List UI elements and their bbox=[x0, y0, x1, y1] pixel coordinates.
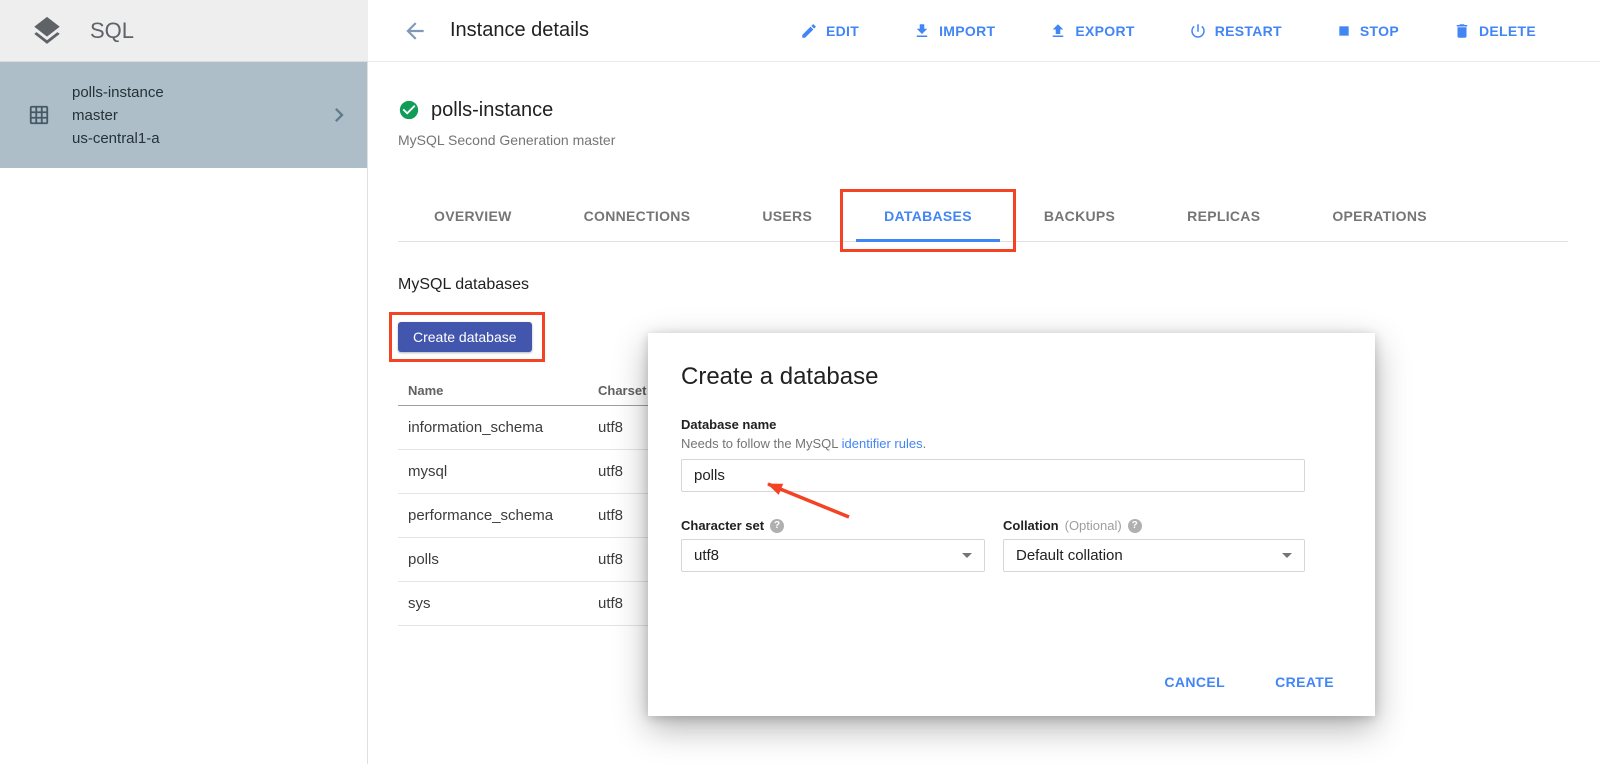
tab-bar: OVERVIEW CONNECTIONS USERS DATABASES BAC… bbox=[398, 190, 1568, 242]
chevron-right-icon bbox=[325, 101, 353, 129]
create-database-button[interactable]: Create database bbox=[398, 322, 532, 352]
db-name-cell: mysql bbox=[398, 463, 598, 480]
back-arrow-icon bbox=[402, 18, 428, 44]
collation-label: Collation (Optional) ? bbox=[1003, 518, 1305, 533]
tab-replicas[interactable]: REPLICAS bbox=[1151, 190, 1296, 241]
help-icon[interactable]: ? bbox=[770, 519, 784, 533]
product-name: SQL bbox=[90, 18, 134, 44]
sidebar-item-polls-instance[interactable]: polls-instance master us-central1-a bbox=[0, 62, 367, 168]
restart-button[interactable]: RESTART bbox=[1189, 22, 1282, 40]
collation-select-value: Default collation bbox=[1016, 547, 1123, 564]
dropdown-caret-icon bbox=[962, 553, 972, 558]
database-name-label: Database name bbox=[681, 417, 1340, 432]
tab-backups[interactable]: BACKUPS bbox=[1008, 190, 1151, 241]
restart-button-label: RESTART bbox=[1215, 23, 1282, 39]
dialog-actions: CANCEL CREATE bbox=[1158, 670, 1340, 694]
edit-button[interactable]: EDIT bbox=[800, 22, 859, 40]
sidebar-item-text: polls-instance master us-central1-a bbox=[72, 81, 325, 150]
database-name-input[interactable] bbox=[681, 459, 1305, 492]
collation-field: Collation (Optional) ? Default collation bbox=[1003, 518, 1305, 572]
sidebar-instance-name: polls-instance bbox=[72, 81, 325, 104]
column-header-name: Name bbox=[398, 383, 598, 398]
dialog-title: Create a database bbox=[681, 363, 1340, 391]
instance-subtitle: MySQL Second Generation master bbox=[398, 132, 1600, 148]
tab-databases[interactable]: DATABASES bbox=[848, 190, 1008, 241]
help-text-prefix: Needs to follow the MySQL bbox=[681, 436, 842, 451]
sidebar: polls-instance master us-central1-a bbox=[0, 62, 368, 764]
stop-icon bbox=[1336, 23, 1352, 39]
tab-operations[interactable]: OPERATIONS bbox=[1296, 190, 1463, 241]
export-icon bbox=[1049, 22, 1067, 40]
db-charset-cell: utf8 bbox=[598, 507, 623, 524]
grid-icon bbox=[28, 104, 50, 126]
back-button[interactable] bbox=[398, 14, 432, 48]
instance-name: polls-instance bbox=[431, 99, 553, 122]
collation-select[interactable]: Default collation bbox=[1003, 539, 1305, 572]
database-name-help: Needs to follow the MySQL identifier rul… bbox=[681, 436, 1340, 451]
charset-select[interactable]: utf8 bbox=[681, 539, 985, 572]
db-charset-cell: utf8 bbox=[598, 463, 623, 480]
tab-overview[interactable]: OVERVIEW bbox=[398, 190, 548, 241]
page-title: Instance details bbox=[450, 19, 589, 42]
identifier-rules-link[interactable]: identifier rules bbox=[842, 436, 923, 451]
export-button-label: EXPORT bbox=[1075, 23, 1134, 39]
section-title: MySQL databases bbox=[398, 276, 1600, 294]
instance-details-header: Instance details EDIT IMPORT EXPORT REST… bbox=[368, 0, 1600, 62]
db-name-cell: performance_schema bbox=[398, 507, 598, 524]
delete-icon bbox=[1453, 22, 1471, 40]
check-circle-icon bbox=[398, 99, 420, 121]
import-icon bbox=[913, 22, 931, 40]
db-name-cell: sys bbox=[398, 595, 598, 612]
charset-field: Character set ? utf8 bbox=[681, 518, 985, 572]
dropdown-caret-icon bbox=[1282, 553, 1292, 558]
db-charset-cell: utf8 bbox=[598, 419, 623, 436]
help-icon[interactable]: ? bbox=[1128, 519, 1142, 533]
collation-optional-label: (Optional) bbox=[1065, 518, 1122, 533]
import-button[interactable]: IMPORT bbox=[913, 22, 995, 40]
instance-heading: polls-instance bbox=[398, 98, 1600, 122]
delete-button[interactable]: DELETE bbox=[1453, 22, 1536, 40]
edit-button-label: EDIT bbox=[826, 23, 859, 39]
delete-button-label: DELETE bbox=[1479, 23, 1536, 39]
pencil-icon bbox=[800, 22, 818, 40]
restart-icon bbox=[1189, 22, 1207, 40]
stop-button[interactable]: STOP bbox=[1336, 22, 1399, 40]
help-text-suffix: . bbox=[923, 436, 927, 451]
db-name-cell: information_schema bbox=[398, 419, 598, 436]
cloud-sql-logo-icon bbox=[30, 14, 64, 48]
sidebar-instance-role: master bbox=[72, 104, 325, 127]
charset-select-value: utf8 bbox=[694, 547, 719, 564]
create-database-annotation-wrap: Create database bbox=[398, 322, 532, 352]
header-actions: EDIT IMPORT EXPORT RESTART STOP bbox=[800, 22, 1536, 40]
db-charset-cell: utf8 bbox=[598, 595, 623, 612]
create-database-dialog: Create a database Database name Needs to… bbox=[648, 333, 1375, 716]
charset-label: Character set ? bbox=[681, 518, 985, 533]
export-button[interactable]: EXPORT bbox=[1049, 22, 1134, 40]
tab-connections[interactable]: CONNECTIONS bbox=[548, 190, 727, 241]
sidebar-instance-zone: us-central1-a bbox=[72, 127, 325, 150]
db-charset-cell: utf8 bbox=[598, 551, 623, 568]
tab-users[interactable]: USERS bbox=[726, 190, 848, 241]
import-button-label: IMPORT bbox=[939, 23, 995, 39]
dialog-fields-row: Character set ? utf8 Collation (Optional… bbox=[681, 518, 1340, 572]
column-header-charset: Charset bbox=[598, 383, 646, 398]
product-header: SQL bbox=[0, 0, 368, 62]
create-button[interactable]: CREATE bbox=[1269, 670, 1340, 694]
db-name-cell: polls bbox=[398, 551, 598, 568]
cancel-button[interactable]: CANCEL bbox=[1158, 670, 1231, 694]
stop-button-label: STOP bbox=[1360, 23, 1399, 39]
